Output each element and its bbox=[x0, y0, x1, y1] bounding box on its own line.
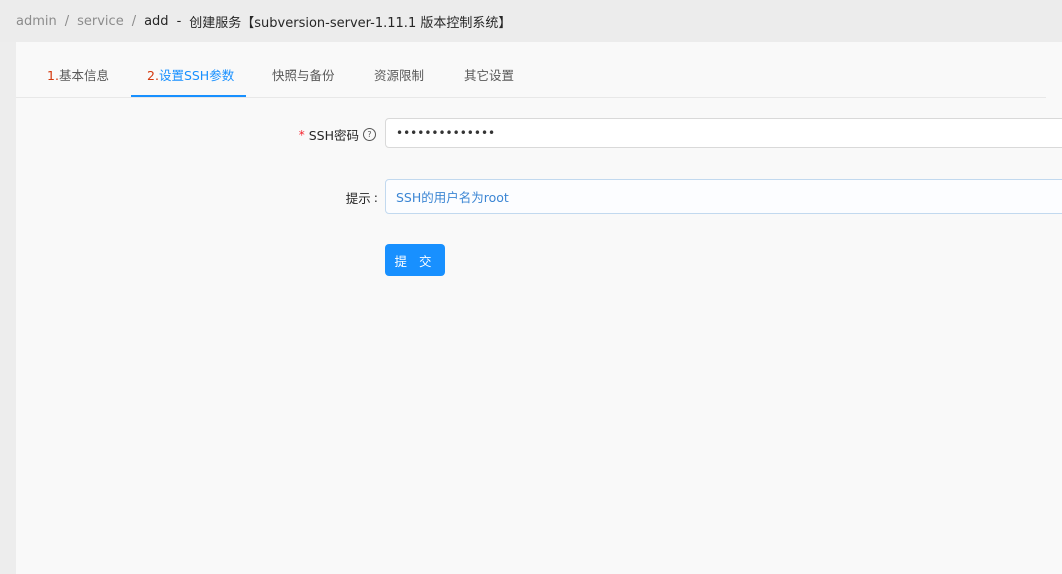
tab-label: 资源限制 bbox=[374, 68, 425, 83]
submit-button[interactable]: 提 交 bbox=[385, 244, 445, 276]
active-tab-indicator bbox=[131, 95, 246, 97]
question-circle-icon[interactable]: ? bbox=[363, 128, 376, 141]
hint-label: 提示 : bbox=[346, 188, 378, 207]
tab-other-settings[interactable]: 其它设置 bbox=[464, 56, 514, 96]
hint-label-text: 提示 bbox=[345, 191, 371, 206]
breadcrumb-current: add bbox=[144, 13, 169, 29]
tab-number: 2. bbox=[147, 68, 159, 83]
hint-label-colon: : bbox=[373, 190, 378, 205]
hint-value: SSH的用户名为root bbox=[396, 190, 509, 205]
step-tabs: 1.基本信息 2.设置SSH参数 快照与备份 资源限制 其它设置 bbox=[16, 56, 1046, 98]
tab-ssh-settings[interactable]: 2.设置SSH参数 bbox=[147, 56, 234, 96]
breadcrumb-dash: - bbox=[176, 13, 182, 29]
tab-label: 快照与备份 bbox=[272, 68, 335, 83]
tab-resource-limits[interactable]: 资源限制 bbox=[374, 56, 424, 96]
breadcrumb-separator: / bbox=[131, 13, 137, 29]
ssh-password-label: * SSH密码 ? bbox=[299, 125, 376, 144]
hint-field[interactable]: SSH的用户名为root bbox=[385, 179, 1062, 214]
breadcrumb-item-admin[interactable]: admin bbox=[16, 14, 57, 29]
tab-label: 设置SSH参数 bbox=[158, 68, 235, 83]
tab-label: 其它设置 bbox=[464, 68, 515, 83]
ssh-password-label-text: SSH密码 bbox=[308, 128, 359, 143]
ssh-password-input[interactable]: •••••••••••••• bbox=[385, 118, 1062, 148]
tab-label: 基本信息 bbox=[58, 68, 109, 83]
required-mark: * bbox=[298, 127, 305, 142]
page-title: 创建服务【subversion-server-1.11.1 版本控制系统】 bbox=[189, 15, 512, 31]
tab-basic-info[interactable]: 1.基本信息 bbox=[47, 56, 109, 96]
tab-snapshot-backup[interactable]: 快照与备份 bbox=[272, 56, 335, 96]
breadcrumb-item-service[interactable]: service bbox=[77, 14, 124, 29]
breadcrumb: admin / service / add - 创建服务【subversion-… bbox=[0, 0, 1062, 42]
breadcrumb-separator: / bbox=[64, 13, 70, 29]
password-value: •••••••••••••• bbox=[396, 126, 496, 140]
tab-number: 1. bbox=[47, 68, 59, 83]
